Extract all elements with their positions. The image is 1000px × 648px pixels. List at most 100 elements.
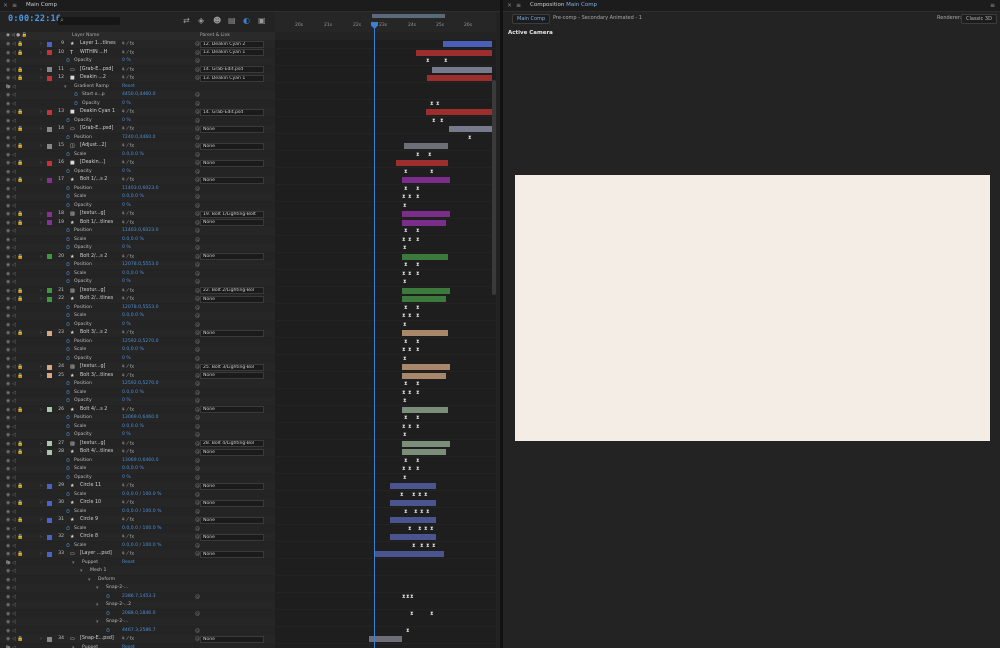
property-value[interactable]: 0 % [122, 356, 131, 361]
layer-switches[interactable]: ⚘ ⁄ fx [121, 296, 134, 302]
visibility-icon[interactable]: ◉ ◁ [6, 628, 16, 634]
layer-name[interactable]: Circle 10 [80, 500, 101, 505]
keyframe-icon[interactable]: ⧗ [430, 526, 434, 532]
visibility-icon[interactable]: ◉ ◁ [6, 390, 16, 396]
layer-row[interactable]: ◉ ◁ 🔒 › 30 ★ Circle 10 ⚘ ⁄ fx @ None [0, 499, 496, 507]
visibility-icon[interactable]: ◉ ◁ 🔒 [6, 220, 24, 226]
pickwhip-icon[interactable]: @ [195, 466, 200, 472]
layer-row[interactable]: ◉ ◁ 🔒 › 12 ■ Deakin ...2 ⚘ ⁄ fx @13. Deakin Cy… [0, 74, 496, 82]
property-value[interactable]: 13069.0,6460.0 [122, 458, 159, 463]
parent-select[interactable]: 13. Deakin Cyan 1 [200, 49, 264, 56]
layer-name[interactable]: Bolt 2/...s 2 [80, 254, 107, 259]
stopwatch-icon[interactable]: ⏱ [66, 339, 70, 345]
property-row[interactable]: ◉ ◁ ⏱ Opacity 0 % @ ⧗ [0, 397, 496, 405]
layer-row[interactable]: ◉ ◁ 🔒 › 9 ★ Layer 1...tlines ⚘ ⁄ fx @12. Deaki… [0, 40, 496, 48]
pickwhip-icon[interactable]: @ [195, 92, 200, 98]
visibility-icon[interactable]: ◉ ◁ [6, 262, 16, 268]
stopwatch-icon[interactable]: ⏱ [66, 203, 70, 209]
visibility-icon[interactable]: ◉ ◁ [6, 186, 16, 192]
twirl-icon[interactable]: › [40, 551, 42, 557]
keyframe-icon[interactable]: ⧗ [430, 101, 434, 107]
layer-name[interactable]: Circle 11 [80, 483, 101, 488]
keyframe-icon[interactable]: ⧗ [444, 58, 448, 64]
layer-name[interactable]: [textur...g] [80, 364, 105, 369]
layer-duration-bar[interactable] [402, 440, 450, 447]
parent-link-header[interactable]: Parent & Link [200, 33, 230, 38]
visibility-icon[interactable]: ◉ ◁ 🔒 [6, 177, 24, 183]
property-value[interactable]: 2386.7,1453.3 [122, 594, 156, 599]
keyframe-icon[interactable]: ⧗ [408, 313, 412, 319]
layer-duration-bar[interactable] [426, 109, 492, 115]
property-value[interactable]: 0.0,0.0 % [122, 313, 144, 318]
property-value[interactable]: 0.0,0.0 / 100.0 % [122, 509, 162, 514]
twirl-icon[interactable]: ▾ [80, 568, 83, 574]
stopwatch-icon[interactable]: ⏱ [66, 279, 70, 285]
visibility-icon[interactable]: ◉ ◁ [6, 339, 16, 345]
layer-switches[interactable]: ⚘ ⁄ fx [121, 449, 134, 455]
pickwhip-icon[interactable]: @ [195, 526, 200, 532]
keyframe-icon[interactable]: ⧗ [403, 356, 407, 362]
twirl-icon[interactable]: ▾ [96, 619, 99, 625]
layer-row[interactable]: ◉ ◁ 🔒 › 22 ★ Bolt 2/...tlines ⚘ ⁄ fx @ None [0, 295, 496, 303]
twirl-icon[interactable]: ▾ [96, 585, 99, 591]
layer-row[interactable]: ◉ ◁ 🔒 › 29 ★ Circle 11 ⚘ ⁄ fx @ None [0, 482, 496, 490]
twirl-icon[interactable]: › [40, 254, 42, 260]
layer-row[interactable]: ◉ ◁ 🔒 › 17 ★ Bolt 1/...s 2 ⚘ ⁄ fx @ None [0, 176, 496, 184]
graph-editor-icon[interactable]: ▣ [258, 16, 266, 26]
visibility-icon[interactable]: ◉ ◁ [6, 313, 16, 319]
property-row[interactable]: ◉ ◁ ⏱ Opacity 0 % @ ⧗ ⧗ [0, 57, 496, 65]
layer-switches[interactable]: ⚘ ⁄ fx [121, 211, 134, 217]
layer-duration-bar[interactable] [390, 483, 436, 489]
twirl-icon[interactable]: ▾ [72, 560, 75, 566]
layer-switches[interactable]: ⚘ ⁄ fx [121, 160, 134, 166]
layer-row[interactable]: ◉ ◁ 🔒 › 13 ■ Deakin Cyan 1 ⚘ ⁄ fx @14. Grab-Ed… [0, 108, 496, 116]
pickwhip-icon[interactable]: @ [195, 169, 200, 175]
visibility-icon[interactable]: ◉ ◁ 🔒 [6, 373, 24, 379]
effect-icon[interactable]: fx [6, 645, 11, 648]
stopwatch-icon[interactable]: ⏱ [66, 347, 70, 353]
visibility-icon[interactable]: ◉ ◁ 🔒 [6, 126, 24, 132]
visibility-icon[interactable]: ◉ ◁ [6, 509, 16, 515]
layer-name[interactable]: WITHIN ...H [80, 50, 107, 55]
layer-duration-bar[interactable] [402, 364, 450, 370]
pickwhip-icon[interactable]: @ [195, 245, 200, 251]
visibility-icon[interactable]: ◉ ◁ 🔒 [6, 75, 24, 81]
effect-icon[interactable]: fx [6, 560, 11, 566]
layer-switches[interactable]: ⚘ ⁄ fx [121, 364, 134, 370]
visibility-icon[interactable]: ◉ ◁ [6, 432, 16, 438]
property-row[interactable]: ◉ ◁ ⏱ Opacity 0 % @ ⧗ ⧗ [0, 167, 496, 176]
stopwatch-icon[interactable]: ⏱ [66, 432, 70, 438]
property-row[interactable]: ◉ ◁ ⏱ Opacity 0 % @ ⧗ [0, 201, 496, 210]
property-row[interactable]: ◉ ◁ ⏱ Position 12592.0,5270.0 @ ⧗ ⧗ [0, 380, 496, 388]
parent-select[interactable]: None [200, 550, 264, 558]
layer-row[interactable]: ◉ ◁ 🔒 › 31 ★ Circle 9 ⚘ ⁄ fx @ None [0, 516, 496, 524]
group-row[interactable]: ◉ ◁ ▾ Deform [0, 575, 496, 584]
layer-name[interactable]: [Deakin...] [80, 160, 105, 165]
property-value[interactable]: 0.0,0.0 % [122, 271, 144, 276]
twirl-icon[interactable]: › [40, 500, 42, 506]
pickwhip-icon[interactable]: @ [195, 237, 200, 243]
keyframe-icon[interactable]: ⧗ [424, 526, 428, 532]
stopwatch-icon[interactable]: ⏱ [66, 271, 70, 277]
label-color[interactable] [47, 67, 52, 72]
keyframe-icon[interactable]: ⧗ [403, 475, 407, 481]
layer-switches[interactable]: ⚘ ⁄ fx [121, 254, 134, 260]
parent-select[interactable]: None [200, 159, 264, 167]
property-row[interactable]: ◉ ◁ ⏱ Opacity 0 % @ ⧗ ⧗ [0, 116, 496, 125]
visibility-icon[interactable]: ◉ ◁ [6, 611, 16, 617]
label-color[interactable] [47, 364, 52, 370]
group-row[interactable]: ◉ ◁ ▾ Snap-2-... [0, 618, 496, 626]
property-value[interactable]: Reset [122, 645, 135, 648]
motion-blur-icon[interactable]: ◐ [243, 16, 250, 26]
property-row[interactable]: ◉ ◁ ⏱ Opacity 0 % @ ⧗ [0, 278, 496, 286]
keyframe-icon[interactable]: ⧗ [406, 628, 410, 634]
pickwhip-icon[interactable]: @ [195, 594, 200, 600]
keyframe-icon[interactable]: ⧗ [402, 271, 406, 277]
stopwatch-icon[interactable]: ⏱ [66, 424, 70, 430]
property-row[interactable]: ◉ ◁ ⏱ Start o...p 4450.0,4460.0 @ [0, 91, 496, 99]
layer-switches[interactable]: ⚘ ⁄ fx [121, 288, 134, 294]
parent-select[interactable]: 22. Bolt 2/Lighting-Bol [200, 287, 264, 294]
label-color[interactable] [47, 517, 52, 523]
layer-duration-bar[interactable] [402, 219, 446, 226]
property-row[interactable]: ◉ ◁ ⏱ Scale 0.0,0.0 / 100.0 % @ ⧗ ⧗ ⧗ ⧗ [0, 490, 496, 499]
